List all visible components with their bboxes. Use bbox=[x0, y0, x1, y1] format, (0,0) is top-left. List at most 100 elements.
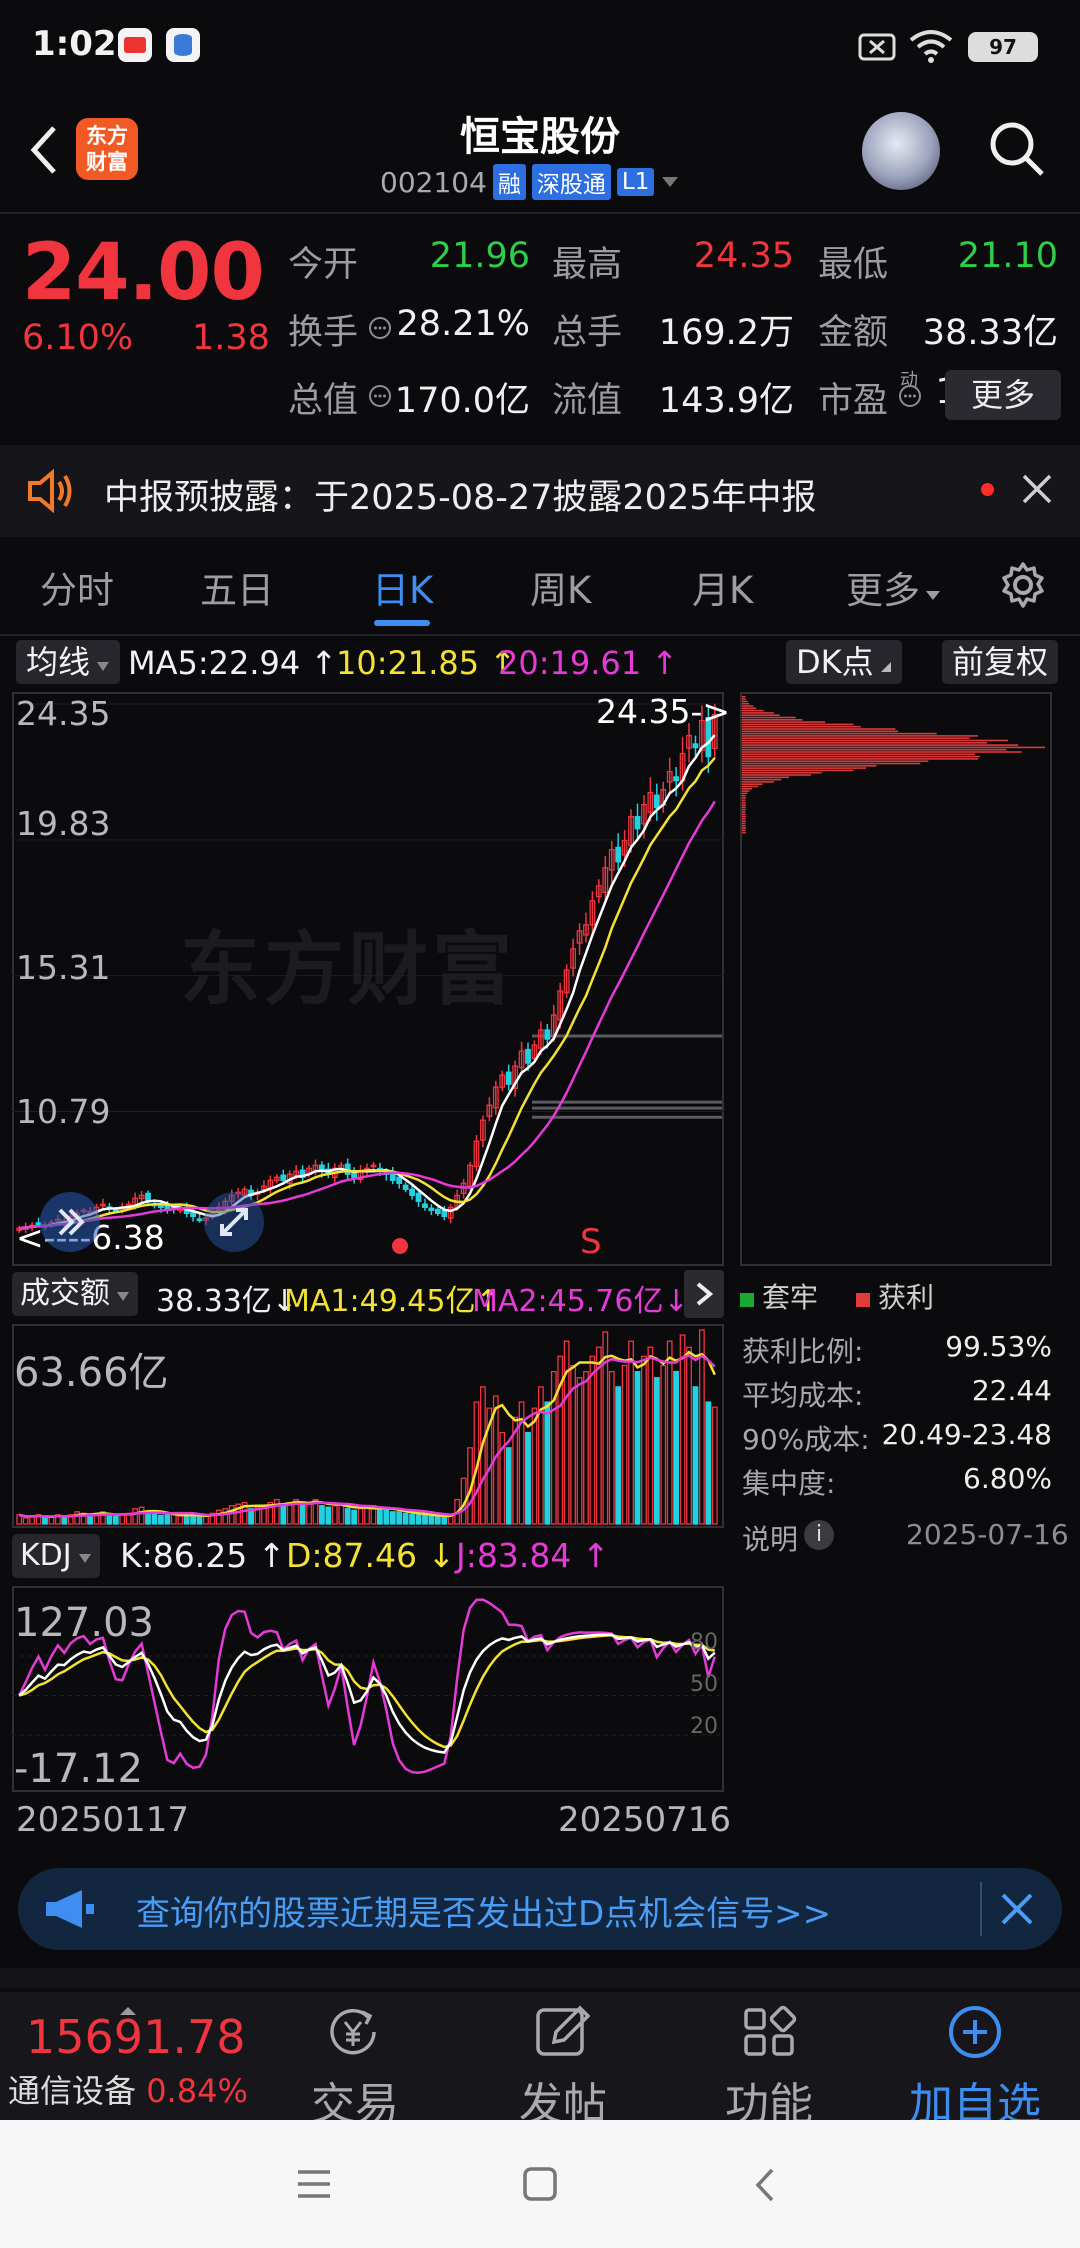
chip-bar bbox=[742, 767, 867, 769]
post-icon[interactable] bbox=[528, 2002, 598, 2066]
kdj-max-label: 127.03 bbox=[14, 1600, 154, 1646]
tab-five-day[interactable]: 五日 bbox=[200, 560, 274, 614]
active-tab-indicator bbox=[374, 620, 430, 626]
search-button[interactable] bbox=[984, 116, 1048, 180]
functions-icon[interactable] bbox=[734, 2002, 804, 2066]
adjust-price-button[interactable]: 前复权 bbox=[942, 640, 1059, 684]
volume-bar bbox=[576, 1377, 583, 1525]
candlestick-chart[interactable] bbox=[12, 692, 724, 1266]
promo-banner[interactable]: 查询你的股票近期是否发出过D点机会信号>> bbox=[18, 1868, 1062, 1950]
chip-bar bbox=[742, 799, 746, 802]
chip-bar bbox=[742, 709, 764, 712]
chip-bar bbox=[742, 755, 980, 758]
volume-bar bbox=[647, 1346, 654, 1525]
volume-bar bbox=[666, 1340, 673, 1525]
tab-more[interactable]: 更多 bbox=[846, 560, 942, 614]
kdj-k-text: K:86.25 bbox=[120, 1536, 248, 1575]
candle-body bbox=[422, 1203, 428, 1208]
corner-caret-icon bbox=[880, 662, 891, 672]
index-name-line[interactable]: 通信设备 0.84% bbox=[8, 2066, 248, 2112]
dk-point-button[interactable]: DK点 bbox=[786, 640, 902, 684]
volume-selector-label: 成交额 bbox=[20, 1276, 110, 1311]
tab-monthly-k[interactable]: 月K bbox=[692, 560, 753, 614]
kdj-j: J:83.84 ↑ bbox=[456, 1536, 610, 1575]
promo-text: 查询你的股票近期是否发出过D点机会信号>> bbox=[136, 1894, 832, 1934]
chip-bar bbox=[742, 725, 861, 728]
quote-label[interactable]: 市盈 bbox=[818, 372, 888, 423]
volume-max-label: 63.66亿 bbox=[14, 1350, 169, 1396]
chip-bar bbox=[742, 785, 759, 788]
volume-bar bbox=[415, 1514, 422, 1525]
y-label-max: 24.35 bbox=[16, 694, 111, 733]
chip-legend-trapped: 套牢 bbox=[740, 1276, 818, 1316]
volume-ma1-text: MA1:49.45亿 bbox=[284, 1284, 476, 1319]
kdj-selector[interactable]: KDJ bbox=[12, 1534, 100, 1578]
chip-bar bbox=[742, 827, 747, 829]
more-quote-button[interactable]: 更多 bbox=[945, 370, 1061, 420]
volume-bar bbox=[273, 1498, 280, 1525]
chip-bar bbox=[742, 817, 746, 820]
candle-body bbox=[409, 1188, 415, 1196]
tab-minute[interactable]: 分时 bbox=[40, 560, 114, 614]
chip-bar bbox=[742, 792, 748, 795]
volume-bar bbox=[203, 1515, 209, 1525]
add-watchlist-icon[interactable] bbox=[940, 2002, 1010, 2066]
quote-label: 今开 bbox=[288, 245, 359, 285]
index-value[interactable]: 15691.78 bbox=[26, 2010, 246, 2064]
quote-label: 金额 bbox=[818, 313, 889, 353]
date-end: 20250716 bbox=[558, 1800, 732, 1840]
caret-down-icon[interactable] bbox=[660, 175, 680, 189]
chip-bar bbox=[742, 712, 774, 714]
tab-daily-k[interactable]: 日K bbox=[372, 560, 433, 614]
chip-bar bbox=[742, 748, 1007, 751]
back-nav-icon[interactable] bbox=[752, 2166, 776, 2208]
ma-line-5 bbox=[19, 734, 716, 1230]
ma-selector[interactable]: 均线 bbox=[16, 640, 121, 684]
ma20-value: 20:19.61 ↑ bbox=[498, 644, 679, 682]
y-label-4: 10.79 bbox=[16, 1092, 111, 1131]
indicator-next-button[interactable] bbox=[684, 1270, 724, 1318]
menu-icon[interactable] bbox=[296, 2168, 332, 2204]
ma-selector-label: 均线 bbox=[26, 643, 91, 681]
chip-bar bbox=[742, 774, 811, 776]
quote-label[interactable]: 换手 bbox=[288, 304, 358, 355]
volume-bar bbox=[228, 1505, 235, 1525]
chip-bar bbox=[742, 801, 746, 804]
quote-label: 最高 bbox=[552, 245, 623, 285]
volume-bar bbox=[132, 1508, 139, 1525]
volume-bar bbox=[434, 1515, 441, 1525]
volume-bar bbox=[673, 1370, 680, 1525]
chip-bar bbox=[742, 728, 896, 730]
volume-selector[interactable]: 成交额 bbox=[12, 1272, 138, 1316]
volume-bar bbox=[692, 1386, 699, 1525]
kdj-j-text: J:83.84 bbox=[456, 1536, 572, 1575]
battery-icon: 97 bbox=[968, 32, 1038, 62]
expand-chart-button[interactable] bbox=[40, 1192, 100, 1252]
robot-assistant-icon[interactable] bbox=[862, 112, 940, 190]
stock-code: 002104 bbox=[380, 165, 487, 199]
ma5-text: MA5:22.94 bbox=[128, 644, 301, 682]
tabs-divider bbox=[0, 634, 1080, 636]
chip-bar bbox=[742, 758, 978, 760]
chip-bar bbox=[742, 783, 763, 785]
tab-weekly-k[interactable]: 周K bbox=[530, 560, 591, 614]
close-notice-button[interactable] bbox=[1020, 472, 1054, 510]
fullscreen-chart-button[interactable] bbox=[204, 1192, 264, 1252]
info-icon[interactable]: i bbox=[804, 1520, 834, 1550]
level-tag[interactable]: L1 bbox=[616, 168, 655, 196]
chip-stat-value: 22.44 bbox=[971, 1374, 1052, 1407]
chart-settings-button[interactable] bbox=[998, 560, 1048, 614]
notice-bar[interactable]: 中报预披露：于2025-08-27披露2025年中报 bbox=[0, 445, 1080, 537]
chip-bar bbox=[742, 804, 747, 806]
chip-stat-value: 99.53% bbox=[945, 1330, 1052, 1363]
volume-bar bbox=[344, 1508, 351, 1525]
home-icon[interactable] bbox=[522, 2166, 558, 2206]
trade-icon[interactable] bbox=[318, 2002, 388, 2066]
quote-label[interactable]: 总值 bbox=[288, 372, 358, 423]
close-promo-button[interactable] bbox=[998, 1890, 1036, 1932]
candle-body bbox=[615, 846, 622, 863]
chip-bar bbox=[742, 771, 822, 774]
chip-bar bbox=[742, 808, 746, 811]
caret-down-icon bbox=[78, 1554, 91, 1563]
volume-bar bbox=[331, 1505, 338, 1525]
